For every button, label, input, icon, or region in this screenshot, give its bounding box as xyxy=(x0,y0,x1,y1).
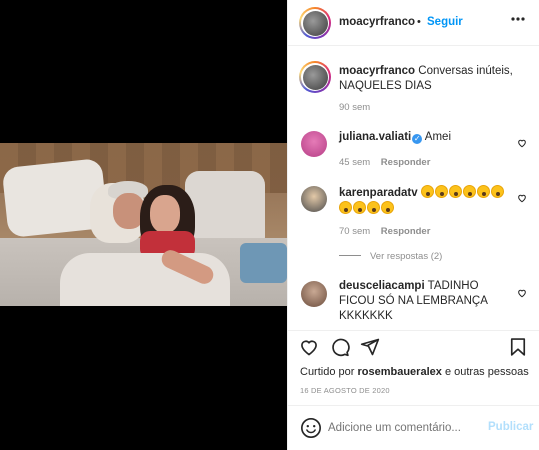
caption-username[interactable]: moacyrfranco xyxy=(339,65,415,77)
comment-body: juliana.valiati ✓ Amei xyxy=(339,130,509,145)
post-photo[interactable] xyxy=(0,143,287,306)
face-screaming-icon xyxy=(434,185,448,198)
reply-button[interactable]: Responder xyxy=(381,157,431,168)
comment-bar: Publicar xyxy=(288,405,539,450)
author-avatar[interactable] xyxy=(299,7,331,39)
photo-woman-face xyxy=(150,195,180,233)
face-screaming-icon xyxy=(420,185,434,198)
comment-text: Amei xyxy=(424,131,451,143)
smiley-icon[interactable] xyxy=(300,417,322,439)
face-screaming-icon xyxy=(381,201,394,214)
post-media[interactable] xyxy=(0,0,287,450)
comment-like-heart-icon[interactable] xyxy=(517,193,527,203)
comment-meta: 45 sem Responder xyxy=(339,157,430,168)
face-screaming-icon xyxy=(339,201,352,214)
likes-user[interactable]: rosembaueralex xyxy=(357,366,441,378)
follow-button[interactable]: Seguir xyxy=(427,16,463,28)
caption-avatar[interactable] xyxy=(299,61,331,93)
bookmark-icon[interactable] xyxy=(509,337,527,357)
comment-icon[interactable] xyxy=(330,337,350,357)
comment-username[interactable]: karenparadatv xyxy=(339,187,418,199)
comment-like-heart-icon[interactable] xyxy=(517,288,527,298)
header-separator: • xyxy=(417,16,421,28)
face-screaming-icon xyxy=(462,185,476,198)
post-sidebar: moacyrfranco • Seguir moacyrfranco Conve… xyxy=(287,0,539,450)
caption: moacyrfranco Conversas inúteis, NAQUELES… xyxy=(339,64,529,94)
comment-input[interactable] xyxy=(328,419,478,437)
author-username[interactable]: moacyrfranco xyxy=(339,16,415,28)
view-replies-button[interactable]: Ver respostas (2) xyxy=(370,251,442,262)
likes-prefix: Curtido por xyxy=(300,366,355,378)
photo-blue-pillow xyxy=(240,243,287,283)
publish-button[interactable]: Publicar xyxy=(488,421,533,433)
view-replies-line xyxy=(339,255,361,256)
comment-meta: 70 sem Responder xyxy=(339,226,430,237)
face-screaming-icon xyxy=(353,201,366,214)
face-screaming-icon xyxy=(476,185,490,198)
comment-username[interactable]: juliana.valiati xyxy=(339,131,411,143)
comment-avatar[interactable] xyxy=(301,131,327,157)
reply-button[interactable]: Responder xyxy=(381,226,431,237)
post-date[interactable]: 16 DE AGOSTO DE 2020 xyxy=(300,386,390,395)
comment-age[interactable]: 45 sem xyxy=(339,157,370,168)
likes-summary: Curtido por rosembaueralex e outras pess… xyxy=(300,365,529,380)
face-screaming-icon xyxy=(448,185,462,198)
face-screaming-icon xyxy=(367,201,380,214)
likes-suffix[interactable]: e outras pessoas xyxy=(445,366,529,378)
comment-username[interactable]: deusceliacampi xyxy=(339,280,425,292)
comment-avatar[interactable] xyxy=(301,186,327,212)
caption-age[interactable]: 90 sem xyxy=(339,102,370,113)
verified-badge-icon: ✓ xyxy=(412,134,423,144)
more-horizontal-icon[interactable] xyxy=(511,17,525,21)
comment-body: karenparadatv xyxy=(339,185,509,217)
post-actions xyxy=(288,330,539,362)
post-header: moacyrfranco • Seguir xyxy=(288,0,539,46)
post-modal: moacyrfranco • Seguir moacyrfranco Conve… xyxy=(0,0,539,450)
comment-body: deusceliacampi TADINHO FICOU SÓ NA LEMBR… xyxy=(339,279,514,324)
heart-icon[interactable] xyxy=(299,337,319,357)
comment-age[interactable]: 70 sem xyxy=(339,226,370,237)
paper-plane-icon[interactable] xyxy=(360,337,380,357)
comment-avatar[interactable] xyxy=(301,281,327,307)
comment-like-heart-icon[interactable] xyxy=(517,138,527,148)
face-screaming-icon xyxy=(490,185,504,198)
